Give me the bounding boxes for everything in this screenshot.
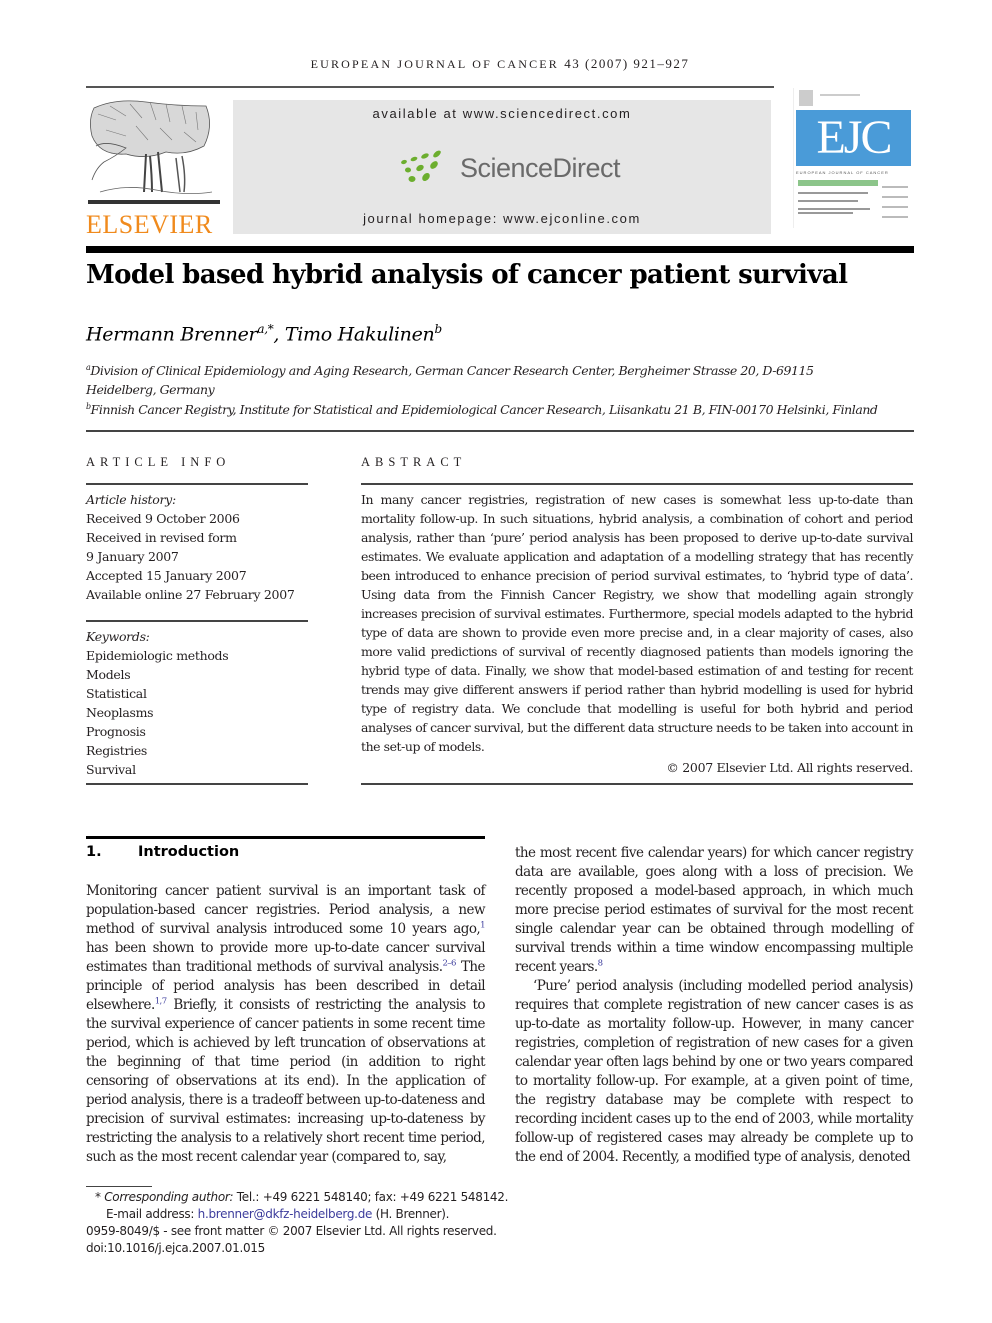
email-note: E-mail address: h.brenner@dkfz-heidelber…: [106, 1206, 449, 1223]
paragraph: the most recent five calendar years) for…: [515, 844, 914, 977]
sciencedirect-wordmark: ScienceDirect: [460, 152, 621, 183]
affiliation-text: Finnish Cancer Registry, Institute for S…: [90, 402, 878, 418]
journal-homepage-link[interactable]: journal homepage: www.ejconline.com: [233, 211, 771, 226]
author-affiliation-mark: b: [434, 322, 442, 336]
author-name: Timo Hakulinen: [284, 323, 435, 346]
journal-name: EUROPEAN JOURNAL OF CANCER: [310, 57, 560, 71]
section-title: Introduction: [138, 844, 240, 860]
article-title: Model based hybrid analysis of cancer pa…: [86, 260, 848, 290]
divider: [361, 783, 913, 785]
article-history: Article history: Received 9 October 2006…: [86, 490, 308, 604]
citation-link[interactable]: 8: [598, 959, 603, 969]
author-list: Hermann Brennera,*, Timo Hakulinenb: [86, 322, 442, 345]
issn-line: 0959-8049/$ - see front matter © 2007 El…: [86, 1224, 497, 1238]
corresponding-author-note: * Corresponding author: Tel.: +49 6221 5…: [95, 1189, 508, 1206]
author-separator: ,: [273, 323, 285, 346]
history-label: Article history:: [86, 492, 176, 507]
footnote-text: Tel.: +49 6221 548140; fax: +49 6221 548…: [233, 1190, 509, 1204]
doi-line[interactable]: doi:10.1016/j.ejca.2007.01.015: [86, 1240, 265, 1257]
keyword: Prognosis: [86, 724, 146, 739]
history-item: Available online 27 February 2007: [86, 587, 295, 602]
divider: [86, 783, 308, 785]
email-link[interactable]: h.brenner@dkfz-heidelberg.de: [198, 1207, 373, 1221]
cover-subtitle: EUROPEAN JOURNAL OF CANCER: [796, 170, 889, 175]
available-at-link[interactable]: available at www.sciencedirect.com: [233, 106, 771, 121]
history-item: Accepted 15 January 2007: [86, 568, 247, 583]
email-label: E-mail address:: [106, 1207, 198, 1221]
affiliation-a: aDivision of Clinical Epidemiology and A…: [86, 358, 814, 399]
divider: [86, 620, 308, 622]
cover-green-bar: [798, 180, 878, 186]
cover-issue-line: [820, 94, 860, 96]
cover-title: EJC: [796, 110, 911, 166]
keyword: Survival: [86, 762, 136, 777]
divider: [86, 430, 914, 432]
citation-link[interactable]: 1,7: [155, 997, 167, 1007]
body-text: Monitoring cancer patient survival is an…: [86, 883, 486, 937]
cover-text-line: [798, 208, 870, 210]
keyword: Statistical: [86, 686, 147, 701]
cover-elsevier-icon: [799, 90, 813, 106]
body-text: has been shown to provide more up-to-dat…: [86, 940, 486, 975]
section-heading: 1. Introduction: [86, 844, 239, 860]
citation-link[interactable]: 1: [480, 921, 485, 931]
cover-text-line: [798, 212, 853, 214]
paragraph: Monitoring cancer patient survival is an…: [86, 882, 486, 1167]
footnote-label: Corresponding author:: [104, 1190, 234, 1204]
body-text: the most recent five calendar years) for…: [515, 845, 914, 975]
cover-side-line: [882, 196, 908, 198]
keyword: Epidemiologic methods: [86, 648, 229, 663]
elsevier-logo-text: ELSEVIER: [86, 210, 213, 239]
affiliation-text: Division of Clinical Epidemiology and Ag…: [90, 363, 814, 379]
footnote-text: (H. Brenner).: [372, 1207, 450, 1221]
cover-side-line: [882, 216, 908, 218]
keyword: Neoplasms: [86, 705, 154, 720]
footnote-rule: [86, 1186, 152, 1187]
affiliation-text: Heidelberg, Germany: [86, 382, 215, 398]
abstract-heading: ABSTRACT: [361, 455, 467, 469]
journal-citation: 43 (2007) 921–927: [564, 56, 690, 71]
body-text: Briefly, it consists of restricting the …: [86, 997, 486, 1165]
cover-side-line: [882, 186, 908, 188]
body-column-right: the most recent five calendar years) for…: [515, 844, 914, 1167]
keyword: Registries: [86, 743, 148, 758]
cover-side-line: [882, 206, 908, 208]
author-affiliation-mark: a,*: [257, 322, 274, 336]
title-top-rule: [86, 246, 914, 253]
section-number: 1.: [86, 844, 102, 860]
abstract-text: In many cancer registries, registration …: [361, 492, 913, 754]
author-name: Hermann Brenner: [86, 323, 258, 346]
divider: [361, 483, 913, 485]
body-column-left: Monitoring cancer patient survival is an…: [86, 882, 486, 1167]
citation-link[interactable]: 2–6: [442, 959, 456, 969]
divider: [86, 483, 308, 485]
sciencedirect-leaves-icon: [401, 150, 441, 182]
sciencedirect-logo[interactable]: ScienceDirect: [398, 148, 621, 188]
keywords: Keywords: Epidemiologic methods Models S…: [86, 627, 308, 779]
abstract-copyright: © 2007 Elsevier Ltd. All rights reserved…: [666, 760, 913, 775]
cover-text-line: [798, 192, 868, 194]
section-rule: [86, 836, 485, 839]
paragraph: ‘Pure’ period analysis (including modell…: [515, 978, 914, 1165]
journal-cover-thumbnail[interactable]: EJC EUROPEAN JOURNAL OF CANCER: [793, 88, 914, 228]
cover-text-line: [798, 200, 858, 202]
history-item: 9 January 2007: [86, 549, 179, 564]
running-head: EUROPEAN JOURNAL OF CANCER 43 (2007) 921…: [86, 56, 914, 72]
header-rule: [86, 86, 774, 88]
elsevier-tree-icon: [88, 100, 220, 204]
keywords-label: Keywords:: [86, 629, 150, 644]
footnote-mark: *: [95, 1190, 101, 1204]
affiliation-b: bFinnish Cancer Registry, Institute for …: [86, 397, 878, 419]
history-item: Received in revised form: [86, 530, 237, 545]
history-item: Received 9 October 2006: [86, 511, 240, 526]
keyword: Models: [86, 667, 131, 682]
article-info-heading: ARTICLE INFO: [86, 455, 231, 469]
